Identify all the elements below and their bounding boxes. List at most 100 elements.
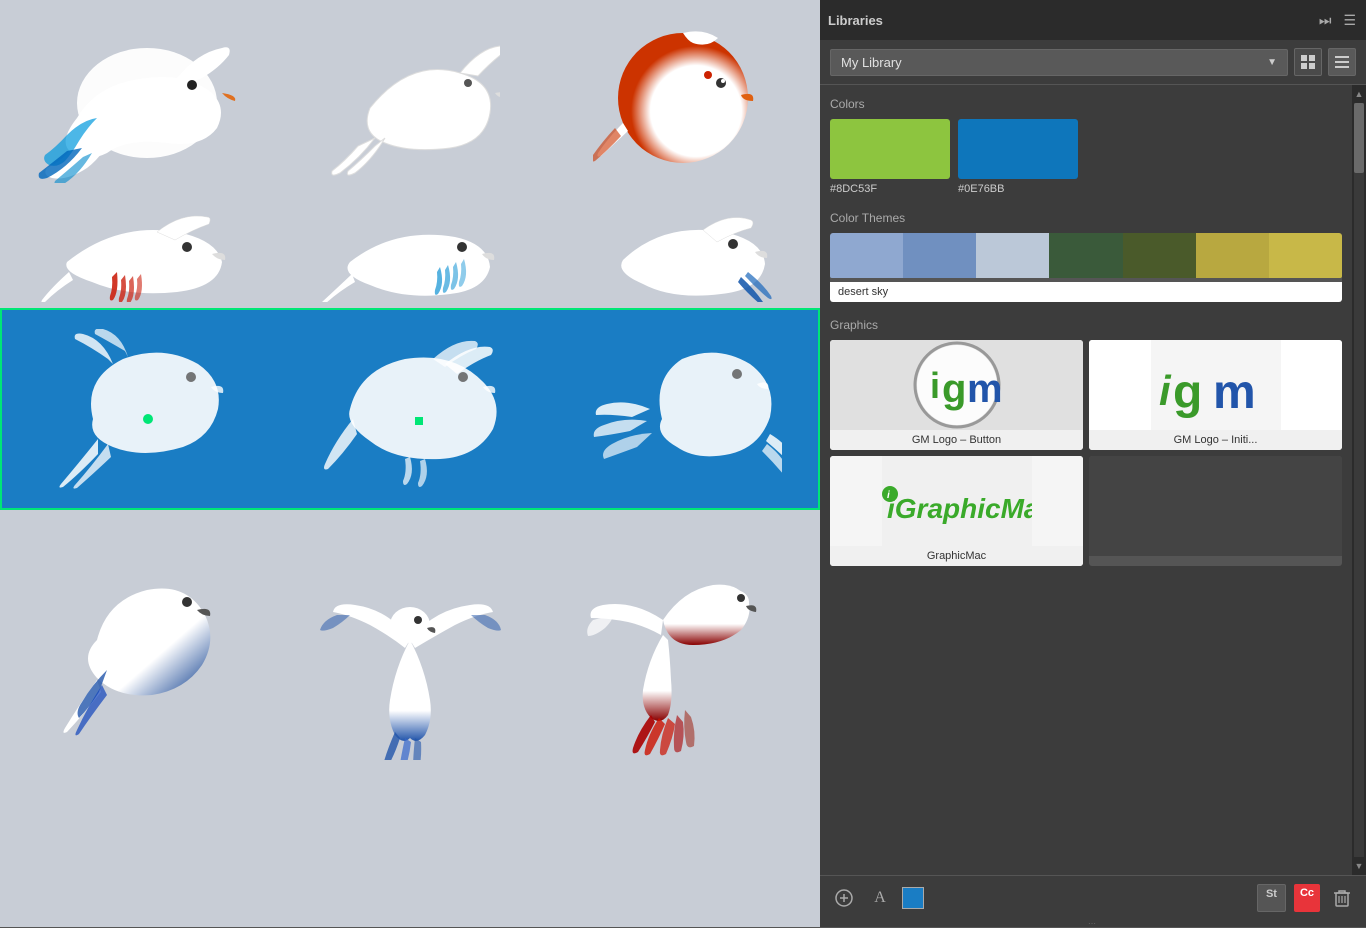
delete-button[interactable]: [1328, 884, 1356, 912]
color-swatch-green[interactable]: [830, 119, 950, 179]
list-view-button[interactable]: [1328, 48, 1356, 76]
graphic-label-1: GM Logo – Initi...: [1089, 430, 1342, 450]
graphic-thumbnail-3: [1089, 456, 1342, 556]
bird-icon-4: [37, 212, 237, 302]
graphicmac-logo-icon: iGraphicMac i: [882, 456, 1032, 546]
bird-icon-6: [593, 212, 773, 302]
gm-logo-initials-icon: i g m: [1151, 340, 1281, 430]
library-name: My Library: [841, 55, 902, 70]
graphic-item-1[interactable]: i g m GM Logo – Initi...: [1089, 340, 1342, 450]
panel-topbar: Libraries ⏭ ☰: [820, 0, 1366, 40]
theme-swatch-7: [1269, 233, 1342, 278]
scroll-up-arrow[interactable]: ▲: [1351, 85, 1366, 103]
bird-cell-4[interactable]: [17, 207, 257, 307]
panel-bottombar: A St Cc: [820, 875, 1366, 919]
scroll-down-arrow[interactable]: ▼: [1351, 857, 1366, 875]
graphic-item-0[interactable]: i g m GM Logo – Button: [830, 340, 1083, 450]
panel-content: Colors #8DC53F #0E76BB Color Themes: [820, 85, 1352, 875]
library-dropdown[interactable]: My Library ▼: [830, 49, 1288, 76]
resize-dots: ⋯: [1088, 919, 1098, 928]
graphic-thumbnail-1: i g m: [1089, 340, 1342, 430]
bird-icon-5: [310, 212, 510, 302]
bird-icon-2: [320, 28, 500, 178]
panel-title: Libraries: [828, 13, 1311, 28]
trash-icon: [1333, 888, 1351, 908]
colors-section: Colors #8DC53F #0E76BB: [830, 97, 1342, 195]
character-icon: A: [874, 889, 886, 907]
svg-text:iGraphicMac: iGraphicMac: [887, 493, 1032, 524]
panel-scrollbar: ▲ ▼: [1352, 85, 1366, 875]
bird-cell-6[interactable]: [563, 207, 803, 307]
color-swatch-item-1: #0E76BB: [958, 119, 1078, 195]
color-hex-green: #8DC53F: [830, 183, 877, 195]
colors-row: #8DC53F #0E76BB: [830, 119, 1342, 195]
dropdown-arrow-icon: ▼: [1267, 57, 1277, 68]
svg-text:i: i: [1159, 367, 1172, 414]
forward-icon[interactable]: ⏭: [1317, 10, 1334, 31]
graphics-section: Graphics i g m GM: [830, 318, 1342, 566]
add-character-button[interactable]: A: [866, 884, 894, 912]
graphics-grid: i g m GM Logo – Button i: [830, 340, 1342, 566]
gm-logo-button-icon: i g m: [912, 340, 1002, 430]
svg-text:i: i: [930, 365, 940, 406]
bird-icon-8: [315, 329, 505, 489]
grid-view-button[interactable]: [1294, 48, 1322, 76]
graphic-label-0: GM Logo – Button: [830, 430, 1083, 450]
libraries-panel: Libraries ⏭ ☰ My Library ▼: [820, 0, 1366, 927]
resize-handle[interactable]: ⋯: [820, 919, 1366, 927]
bird-cell-2[interactable]: [290, 13, 530, 193]
bird-icon-10: [47, 560, 227, 760]
add-graphic-icon: [835, 889, 853, 907]
panel-topbar-icons: ⏭ ☰: [1317, 10, 1358, 31]
color-themes-label: Color Themes: [830, 211, 1342, 225]
bird-icon-1: [37, 23, 237, 183]
theme-swatch-6: [1196, 233, 1269, 278]
theme-name: desert sky: [830, 282, 1342, 302]
bird-cell-12[interactable]: [563, 540, 803, 780]
bird-icon-7: [43, 329, 233, 489]
color-fill-button[interactable]: [902, 887, 924, 909]
theme-swatch-1: [830, 233, 903, 278]
bird-cell-10[interactable]: [17, 540, 257, 780]
bird-cell-11[interactable]: [290, 540, 530, 780]
graphics-label: Graphics: [830, 318, 1342, 332]
grid-view-icon: [1300, 54, 1316, 70]
stock-button[interactable]: St: [1257, 884, 1286, 912]
graphic-thumbnail-2: iGraphicMac i: [830, 456, 1083, 546]
theme-swatch-5: [1123, 233, 1196, 278]
color-swatch-item-0: #8DC53F: [830, 119, 950, 195]
list-view-icon: [1334, 54, 1350, 70]
bird-cell-8[interactable]: [290, 319, 530, 499]
bird-icon-11: [315, 560, 505, 760]
bird-cell-3[interactable]: [563, 13, 803, 193]
svg-text:i: i: [887, 490, 890, 501]
cc-button[interactable]: Cc: [1294, 884, 1320, 912]
bird-cell-1[interactable]: [17, 13, 257, 193]
bird-cell-5[interactable]: [290, 207, 530, 307]
bird-icon-3: [593, 23, 773, 183]
color-hex-blue: #0E76BB: [958, 183, 1004, 195]
menu-icon[interactable]: ☰: [1341, 10, 1358, 31]
library-selector-row: My Library ▼: [820, 40, 1366, 85]
bottom-right-icons: St Cc: [1257, 884, 1356, 912]
bird-cell-9[interactable]: [562, 319, 802, 499]
scroll-track[interactable]: [1354, 103, 1364, 857]
colors-label: Colors: [830, 97, 1342, 111]
svg-text:m: m: [1213, 366, 1256, 419]
graphic-label-2: GraphicMac: [830, 546, 1083, 566]
bird-cell-7[interactable]: [18, 319, 258, 499]
theme-swatch-4: [1049, 233, 1122, 278]
canvas-area: [0, 0, 820, 927]
svg-text:m: m: [967, 367, 1002, 411]
scroll-thumb: [1354, 103, 1364, 173]
graphic-item-2[interactable]: iGraphicMac i GraphicMac: [830, 456, 1083, 566]
add-graphic-button[interactable]: [830, 884, 858, 912]
bird-icon-9: [582, 329, 782, 489]
svg-text:g: g: [1173, 366, 1202, 419]
graphic-item-3: [1089, 456, 1342, 566]
color-swatch-blue[interactable]: [958, 119, 1078, 179]
color-themes-section: Color Themes desert sky: [830, 211, 1342, 302]
theme-swatch-2: [903, 233, 976, 278]
color-theme-item[interactable]: desert sky: [830, 233, 1342, 302]
graphic-thumbnail-0: i g m: [830, 340, 1083, 430]
